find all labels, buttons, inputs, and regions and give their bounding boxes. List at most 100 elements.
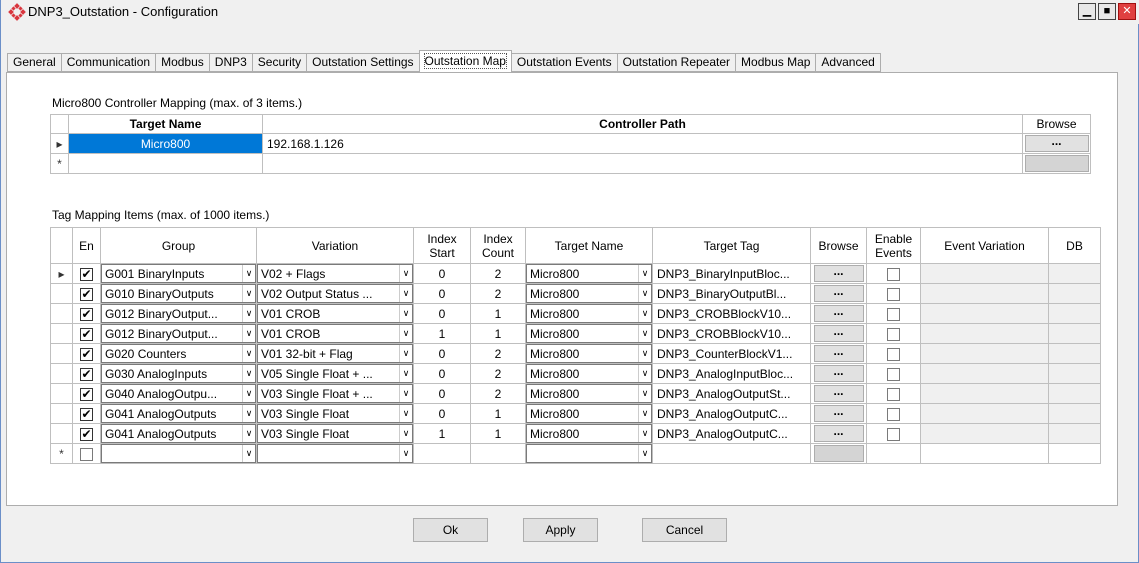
index-count-cell[interactable]: 1	[470, 323, 526, 344]
table-row[interactable]: ▸ ✔ G001 BinaryInputs ∨ V02 + Flags ∨ 0 2 Micro8…	[50, 263, 1101, 284]
enable-events-checkbox[interactable]	[887, 347, 900, 361]
group-select[interactable]: G010 BinaryOutputs ∨	[101, 284, 256, 303]
table-row[interactable]: ✔ G012 BinaryOutput... ∨ V01 CROB ∨ 0 1 Micro80…	[50, 303, 1101, 324]
table-row[interactable]: ✔ G010 BinaryOutputs ∨ V02 Output Status ..…	[50, 283, 1101, 304]
target-name-select[interactable]: Micro800 ∨	[526, 304, 652, 323]
chevron-down-icon[interactable]: ∨	[242, 445, 255, 462]
index-count-cell[interactable]	[470, 443, 526, 464]
target-name-select[interactable]: Micro800 ∨	[526, 404, 652, 423]
target-tag-cell[interactable]	[652, 443, 811, 464]
tab-outstation-map[interactable]: Outstation Map	[418, 50, 512, 72]
index-start-cell[interactable]: 1	[413, 323, 471, 344]
target-name-select[interactable]: ∨	[526, 444, 652, 463]
variation-select[interactable]: ∨	[257, 444, 413, 463]
index-count-cell[interactable]: 2	[470, 343, 526, 364]
variation-select[interactable]: V01 32-bit + Flag ∨	[257, 344, 413, 363]
target-tag-cell[interactable]: DNP3_AnalogInputBloc...	[652, 363, 811, 384]
new-row[interactable]: *	[50, 153, 1091, 174]
index-count-cell[interactable]: 2	[470, 383, 526, 404]
index-count-cell[interactable]: 2	[470, 283, 526, 304]
en-checkbox[interactable]: ✔	[80, 327, 93, 341]
minimize-button[interactable]: ▁	[1078, 3, 1096, 20]
table-row[interactable]: ✔ G040 AnalogOutpu... ∨ V03 Single Float + …	[50, 383, 1101, 404]
chevron-down-icon[interactable]: ∨	[242, 345, 255, 362]
chevron-down-icon[interactable]: ∨	[399, 425, 412, 442]
enable-events-checkbox[interactable]	[887, 367, 900, 381]
table-row[interactable]: ✔ G041 AnalogOutputs ∨ V03 Single Float ∨ 0 1 M…	[50, 403, 1101, 424]
target-name-select[interactable]: Micro800 ∨	[526, 424, 652, 443]
chevron-down-icon[interactable]: ∨	[638, 445, 651, 462]
en-checkbox[interactable]	[80, 447, 93, 461]
en-checkbox[interactable]: ✔	[80, 407, 93, 421]
db-cell[interactable]	[1048, 423, 1101, 444]
tab-communication[interactable]: Communication	[60, 53, 156, 72]
table-row[interactable]: ✔ G030 AnalogInputs ∨ V05 Single Float + ..…	[50, 363, 1101, 384]
target-name-cell[interactable]: Micro800	[68, 133, 263, 154]
target-name-select[interactable]: Micro800 ∨	[526, 344, 652, 363]
db-cell[interactable]	[1048, 323, 1101, 344]
group-select[interactable]: G001 BinaryInputs ∨	[101, 264, 256, 283]
enable-events-checkbox[interactable]	[887, 327, 900, 341]
chevron-down-icon[interactable]: ∨	[399, 405, 412, 422]
new-row[interactable]: * ∨ ∨ ∨	[50, 443, 1101, 464]
chevron-down-icon[interactable]: ∨	[399, 385, 412, 402]
tab-dnp3[interactable]: DNP3	[208, 53, 252, 72]
event-variation-cell[interactable]	[920, 383, 1049, 404]
ok-button[interactable]: Ok	[413, 518, 488, 542]
group-select[interactable]: ∨	[101, 444, 256, 463]
controller-path-cell[interactable]: 192.168.1.126	[262, 133, 1023, 154]
browse-button[interactable]: ...	[1024, 135, 1089, 152]
tab-modbus[interactable]: Modbus	[155, 53, 209, 72]
apply-button[interactable]: Apply	[523, 518, 598, 542]
event-variation-cell[interactable]	[920, 283, 1049, 304]
chevron-down-icon[interactable]: ∨	[399, 365, 412, 382]
browse-button[interactable]	[813, 445, 864, 462]
close-button[interactable]: ✕	[1118, 3, 1136, 20]
controller-path-cell[interactable]	[262, 153, 1023, 174]
target-name-select[interactable]: Micro800 ∨	[526, 284, 652, 303]
browse-button[interactable]: ...	[813, 345, 864, 362]
chevron-down-icon[interactable]: ∨	[638, 325, 651, 342]
en-checkbox[interactable]: ✔	[80, 267, 93, 281]
index-start-cell[interactable]: 0	[413, 283, 471, 304]
target-name-select[interactable]: Micro800 ∨	[526, 324, 652, 343]
chevron-down-icon[interactable]: ∨	[638, 345, 651, 362]
browse-button[interactable]	[1024, 155, 1089, 172]
target-tag-cell[interactable]: DNP3_AnalogOutputC...	[652, 403, 811, 424]
target-tag-cell[interactable]: DNP3_CROBBlockV10...	[652, 303, 811, 324]
event-variation-cell[interactable]	[920, 363, 1049, 384]
enable-events-checkbox[interactable]	[887, 287, 900, 301]
variation-select[interactable]: V03 Single Float + ... ∨	[257, 384, 413, 403]
tab-outstation-repeater[interactable]: Outstation Repeater	[616, 53, 736, 72]
event-variation-cell[interactable]	[920, 343, 1049, 364]
browse-button[interactable]: ...	[813, 265, 864, 282]
chevron-down-icon[interactable]: ∨	[399, 305, 412, 322]
en-checkbox[interactable]: ✔	[80, 287, 93, 301]
index-start-cell[interactable]	[413, 443, 471, 464]
index-start-cell[interactable]: 0	[413, 343, 471, 364]
index-start-cell[interactable]: 1	[413, 423, 471, 444]
en-checkbox[interactable]: ✔	[80, 427, 93, 441]
target-name-select[interactable]: Micro800 ∨	[526, 264, 652, 283]
event-variation-cell[interactable]	[920, 323, 1049, 344]
enable-events-checkbox[interactable]	[887, 267, 900, 281]
variation-select[interactable]: V05 Single Float + ... ∨	[257, 364, 413, 383]
browse-button[interactable]: ...	[813, 305, 864, 322]
group-select[interactable]: G041 AnalogOutputs ∨	[101, 424, 256, 443]
chevron-down-icon[interactable]: ∨	[638, 265, 651, 282]
db-cell[interactable]	[1048, 283, 1101, 304]
enable-events-checkbox[interactable]	[887, 407, 900, 421]
chevron-down-icon[interactable]: ∨	[638, 285, 651, 302]
browse-button[interactable]: ...	[813, 325, 864, 342]
chevron-down-icon[interactable]: ∨	[399, 445, 412, 462]
enable-events-checkbox[interactable]	[887, 427, 900, 441]
variation-select[interactable]: V02 + Flags ∨	[257, 264, 413, 283]
index-count-cell[interactable]: 1	[470, 423, 526, 444]
group-select[interactable]: G020 Counters ∨	[101, 344, 256, 363]
chevron-down-icon[interactable]: ∨	[242, 425, 255, 442]
tab-outstation-events[interactable]: Outstation Events	[511, 53, 617, 72]
tab-security[interactable]: Security	[251, 53, 307, 72]
db-cell[interactable]	[1048, 343, 1101, 364]
group-select[interactable]: G030 AnalogInputs ∨	[101, 364, 256, 383]
db-cell[interactable]	[1048, 383, 1101, 404]
